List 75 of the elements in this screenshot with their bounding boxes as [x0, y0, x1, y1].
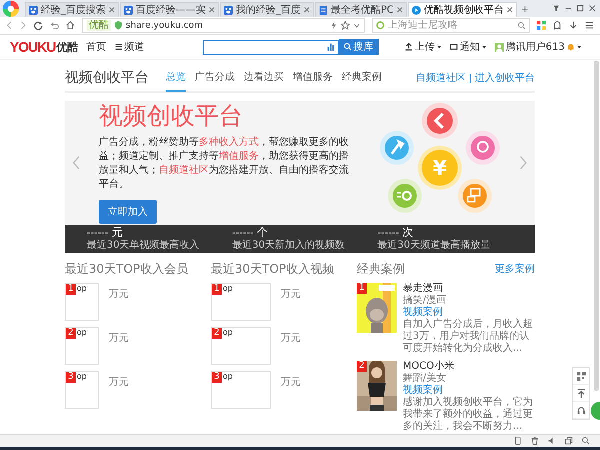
rank-badge: 1	[357, 283, 367, 294]
banner-title: 视频创收平台	[99, 102, 244, 130]
rank-badge: 2	[357, 361, 367, 372]
rank-badge: 2	[66, 328, 76, 339]
section-tab[interactable]: 边看边买	[244, 66, 284, 92]
image-alt-text: op	[77, 284, 87, 294]
channels-menu[interactable]: 频道	[114, 40, 145, 54]
browser-tab[interactable]: 优酷视频创收平台	[408, 2, 518, 17]
thumbnail-frame[interactable]: 3 op	[65, 371, 99, 409]
image-alt-text: op	[223, 284, 233, 294]
case-link[interactable]: 视频案例	[403, 385, 535, 397]
stat-label: 最近30天新加入的视频数	[232, 240, 346, 252]
rank-badge: 3	[212, 372, 222, 383]
rank-badge: 3	[66, 372, 76, 383]
site-badge: 优酷	[87, 20, 111, 31]
image-alt-text: op	[77, 328, 87, 338]
platform-title: 视频创收平台	[65, 69, 149, 87]
thumbnail-frame[interactable]: 2 op	[211, 327, 271, 365]
search-field[interactable]: 上海迪士尼攻略	[388, 20, 515, 32]
stat-unit: 个	[257, 226, 268, 238]
amount-text: 万元	[109, 376, 129, 389]
logo-text[interactable]: 优酷	[56, 40, 79, 54]
stat-value: ------	[87, 228, 109, 238]
home-link[interactable]: 首页	[86, 40, 107, 54]
address-field[interactable]: 优酷 share.youku.com	[82, 18, 365, 33]
browser-tab[interactable]: 经验_百度搜索	[25, 2, 119, 17]
case-name: MOCO小米	[403, 361, 456, 372]
youku-logo[interactable]: YOUKU	[10, 39, 56, 55]
upload-menu[interactable]: 上传	[404, 40, 442, 54]
case-description: 自加入广告分成后，月收入超过3万，用户对我们品牌的认可度开始转化为分成收入...	[403, 319, 534, 355]
thumbnail-frame[interactable]: 1 op	[65, 283, 99, 321]
url-text: share.youku.com	[126, 20, 204, 30]
image-alt-text: op	[223, 328, 233, 338]
case-tags: 舞蹈/美女	[403, 373, 535, 385]
stat-label: 最近30天频道最高播放量	[378, 240, 492, 252]
new-tab-button[interactable]: +	[518, 3, 532, 17]
search-button[interactable]: 搜库	[338, 39, 379, 55]
section-tab[interactable]: 广告分成	[195, 66, 235, 92]
amount-text: 万元	[281, 332, 301, 345]
rank-badge: 2	[212, 328, 222, 339]
stat-unit: 次	[402, 226, 414, 238]
amount-text: 万元	[281, 376, 301, 389]
search-bar[interactable]: 上海迪士尼攻略	[372, 18, 530, 33]
section-tab[interactable]: 增值服务	[293, 66, 333, 92]
case-description: 感谢加入视频创收平台，它为我带来了额外的收益，通过更多的关注，我会不断努力...	[403, 397, 534, 433]
thumbnail-frame[interactable]: 3 op	[211, 371, 271, 409]
browser-tab[interactable]: 最全考优酷PC	[315, 2, 408, 17]
stat-value: ------	[232, 228, 254, 238]
amount-text: 万元	[281, 288, 301, 301]
amount-text: 万元	[109, 288, 129, 301]
column-title: 最近30天TOP收入会员	[65, 261, 190, 277]
case-tags: 搞笑/漫画	[403, 295, 535, 307]
stat-label: 最近30天单视频最高收入	[87, 240, 201, 252]
browser-tab[interactable]: 我的经验_百度	[220, 2, 314, 17]
join-button[interactable]: 立即加入	[99, 200, 157, 224]
thumbnail-frame[interactable]: 1 op	[211, 283, 271, 321]
rank-badge: 1	[212, 284, 222, 295]
image-alt-text: op	[77, 372, 87, 382]
notification-menu[interactable]: 通知	[450, 40, 487, 54]
case-name: 暴走漫画	[403, 283, 444, 294]
header-link[interactable]: 进入创收平台	[475, 71, 535, 85]
user-menu[interactable]: 腾讯用户613	[494, 40, 582, 54]
browser-tab[interactable]: 百度经验——实	[120, 2, 219, 17]
column-title: 最近30天TOP收入视频	[211, 261, 336, 277]
image-alt-text: op	[223, 372, 233, 382]
amount-text: 万元	[109, 332, 129, 345]
yen-icon: ¥	[429, 156, 451, 180]
rank-badge: 1	[66, 284, 76, 295]
stat-value: ------	[378, 228, 400, 238]
thumbnail-frame[interactable]: 2 op	[65, 327, 99, 365]
stat-unit: 元	[112, 226, 123, 238]
column-title: 经典案例	[357, 261, 405, 277]
section-tab[interactable]: 经典案例	[342, 66, 382, 92]
banner-description: 广告分成，粉丝赞助等多种收入方式，帮您赚取更多的收益；频道定制、推广支持等增值服务，助您获得更高的播放量和人气；自频道社区为您搭建开放、自由的播客交流平台。	[99, 136, 349, 192]
case-link[interactable]: 视频案例	[403, 307, 535, 319]
